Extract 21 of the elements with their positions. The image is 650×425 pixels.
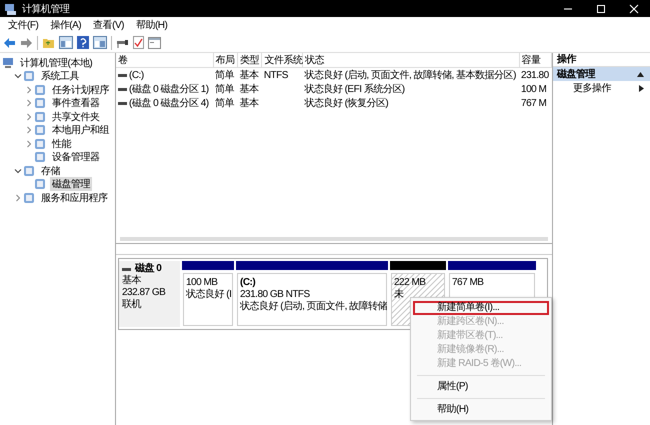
window-title: 计算机管理 bbox=[22, 2, 70, 16]
table-cell: 简单 bbox=[215, 98, 234, 109]
table-cell: 简单 bbox=[215, 70, 234, 81]
table-cell: 简单 bbox=[215, 84, 234, 95]
table-cell: 231.80 bbox=[521, 70, 549, 80]
table-cell-text: (磁盘 0 磁盘分区 1) bbox=[129, 83, 209, 96]
table-cell: (C:) bbox=[129, 70, 144, 80]
table-cell: 100 M bbox=[521, 84, 546, 94]
disk-state: 联机 bbox=[122, 299, 142, 311]
table-cell-text: (磁盘 0 磁盘分区 4) bbox=[129, 97, 209, 110]
table-cell: 基本 bbox=[240, 70, 259, 81]
table-cell: 状态良好 (启动, 页面文件, 故障转储, 基本数据分区) bbox=[304, 70, 516, 81]
disk-name: 磁盘 0 bbox=[135, 263, 162, 274]
table-cell: 状态良好 (EFI 系统分区) bbox=[304, 84, 405, 95]
table-cell: NTFS bbox=[264, 70, 288, 80]
disk-size: 232.87 GB bbox=[122, 287, 166, 298]
table-cell: 767 M bbox=[521, 98, 546, 108]
disk-type: 基本 bbox=[122, 275, 142, 287]
table-cell: 基本 bbox=[240, 84, 259, 95]
table-cell: 基本 bbox=[240, 98, 259, 109]
table-cell: 状态良好 (恢复分区) bbox=[304, 98, 388, 109]
